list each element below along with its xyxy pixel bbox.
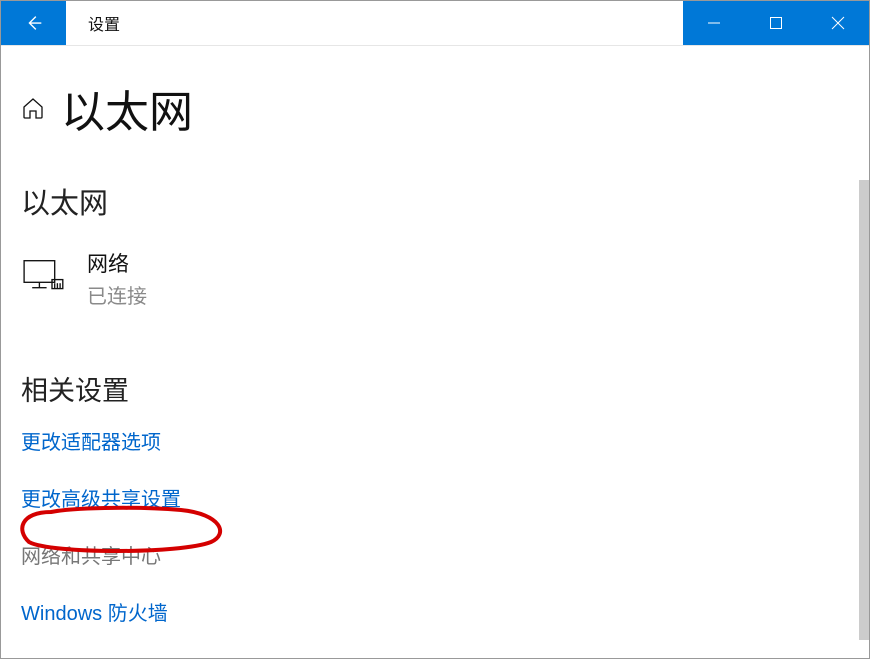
network-item[interactable]: 网络 已连接: [21, 248, 849, 309]
home-icon: [21, 96, 45, 120]
link-adapter-options[interactable]: 更改适配器选项: [21, 426, 161, 455]
minimize-icon: [707, 16, 721, 30]
maximize-button[interactable]: [745, 1, 807, 45]
page-header: 以太网: [21, 76, 849, 140]
scrollbar-thumb[interactable]: [859, 180, 869, 640]
link-advanced-sharing[interactable]: 更改高级共享设置: [21, 483, 181, 512]
related-settings-title: 相关设置: [21, 369, 849, 408]
close-button[interactable]: [807, 1, 869, 45]
titlebar: 设置: [1, 1, 869, 46]
ethernet-section-title: 以太网: [21, 180, 849, 222]
page-title: 以太网: [61, 76, 193, 140]
back-button[interactable]: [1, 1, 66, 45]
minimize-button[interactable]: [683, 1, 745, 45]
network-name: 网络: [87, 248, 147, 278]
maximize-icon: [769, 16, 783, 30]
link-network-sharing-center[interactable]: 网络和共享中心: [21, 540, 161, 569]
content-area: 以太网 以太网 网络 已连接 相关设置 更改适配器选项 更改高级共享设置 网络和…: [1, 46, 869, 658]
close-icon: [831, 16, 845, 30]
home-button[interactable]: [21, 96, 45, 120]
network-text: 网络 已连接: [87, 248, 147, 309]
ethernet-icon: [21, 258, 65, 299]
window-title: 设置: [66, 1, 683, 45]
back-arrow-icon: [23, 12, 45, 34]
window-controls: [683, 1, 869, 45]
network-status: 已连接: [87, 280, 147, 309]
link-windows-firewall[interactable]: Windows 防火墙: [21, 597, 168, 626]
